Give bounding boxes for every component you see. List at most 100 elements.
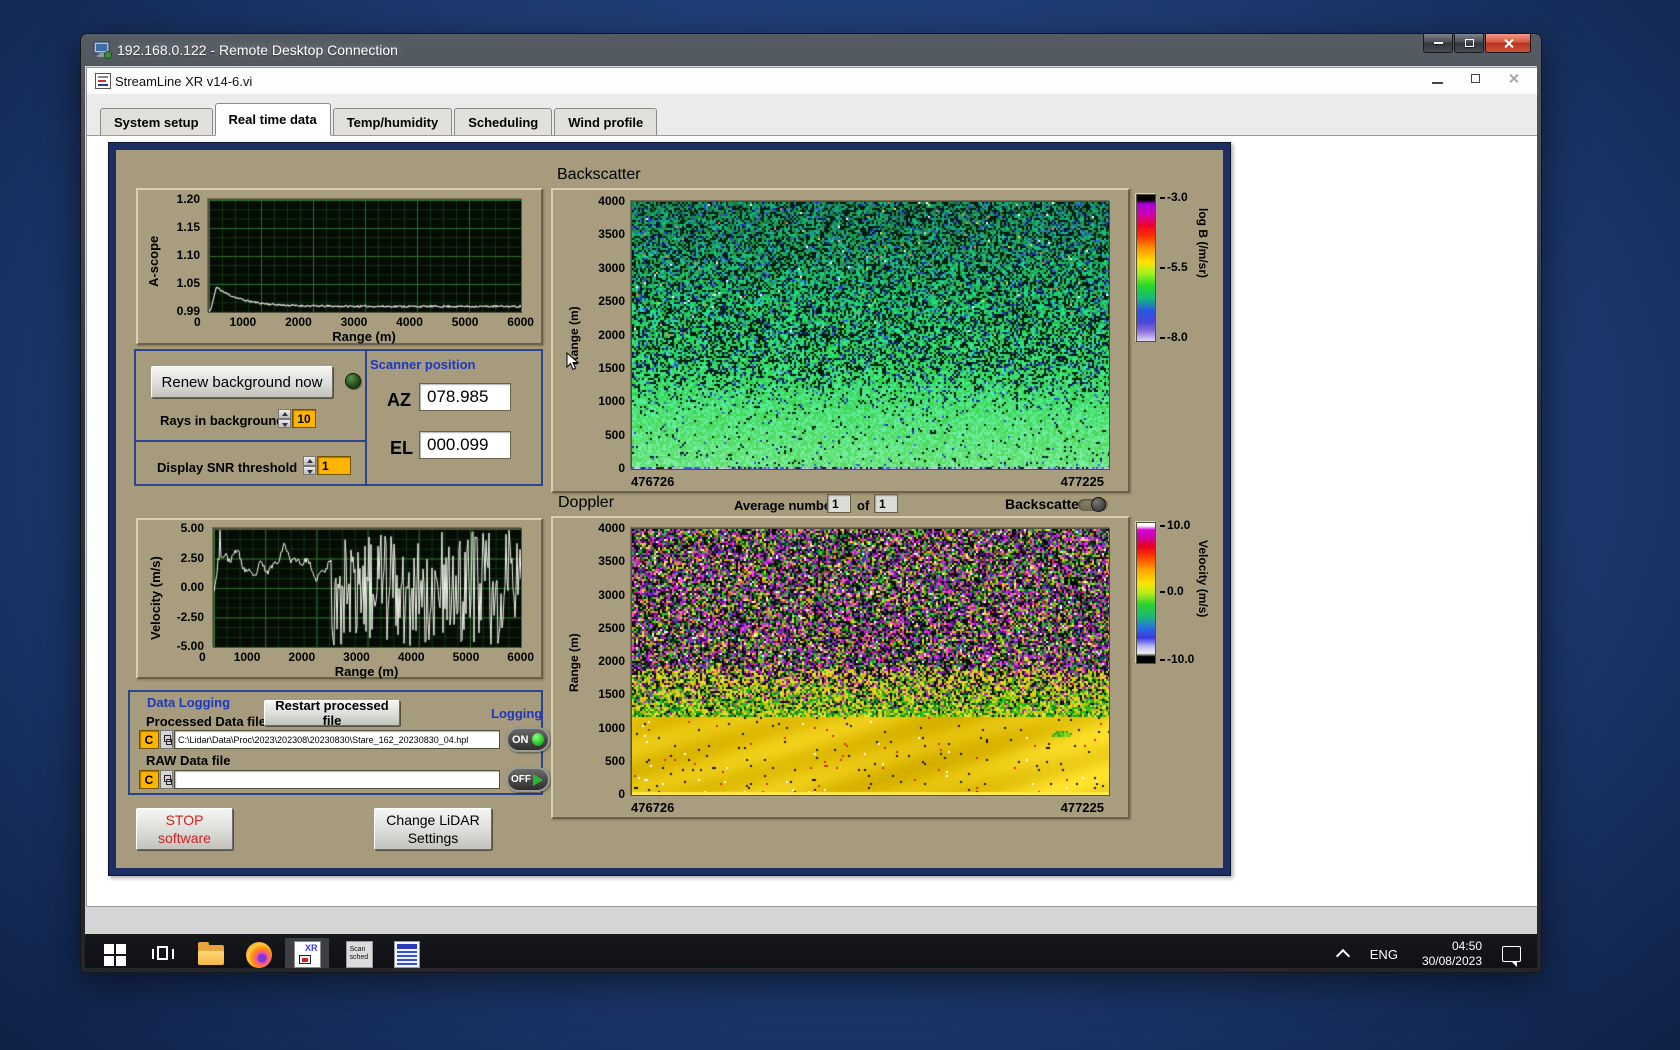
backscatter-ytick: 1000 <box>598 394 625 409</box>
tab-temp-humidity[interactable]: Temp/humidity <box>332 108 453 135</box>
labview-vi-icon <box>95 73 111 89</box>
doppler-y-axis-label: Range (m) <box>567 633 581 692</box>
data-logging-title: Data Logging <box>147 695 231 710</box>
stop-line2: software <box>158 830 211 846</box>
doppler-ytick: 4000 <box>598 521 625 535</box>
tab-real-time-data[interactable]: Real time data <box>214 103 331 136</box>
background-led <box>345 373 361 389</box>
tab-system-setup[interactable]: System setup <box>100 108 213 135</box>
labview-xr-button[interactable]: XR <box>285 938 329 968</box>
doppler-y-ticks: 4000 3500 3000 2500 2000 1500 1000 500 0 <box>583 522 625 800</box>
backscatter-x-end: 477225 <box>1060 474 1104 489</box>
mouse-cursor <box>566 352 580 371</box>
processed-drive-letter: C <box>144 732 154 747</box>
renew-background-button[interactable]: Renew background now <box>151 366 333 398</box>
raw-drive-box[interactable]: C <box>139 770 159 789</box>
app-restore-icon[interactable] <box>1471 71 1485 83</box>
velocity-ytick: -2.50 <box>176 609 204 624</box>
striped-document-icon <box>394 941 420 968</box>
average-number-field[interactable]: 1 <box>827 494 851 513</box>
firefox-button[interactable] <box>237 938 281 968</box>
ascope-y-ticks: 1.20 1.15 1.10 1.05 0.99 <box>156 193 200 317</box>
doppler-cb-tick-max: 10.0 <box>1160 518 1190 532</box>
labview-xr-icon: XR <box>293 941 321 968</box>
restart-processed-file-button[interactable]: Restart processed file <box>264 698 400 728</box>
clock[interactable]: 04:50 30/08/2023 <box>1422 939 1482 968</box>
tab-scheduling[interactable]: Scheduling <box>454 108 553 135</box>
off-label: OFF <box>511 774 531 785</box>
snr-threshold-label: Display SNR threshold <box>157 460 298 475</box>
rdp-maximize-button[interactable] <box>1454 34 1484 53</box>
ascope-ytick: 1.05 <box>176 276 200 290</box>
app-close-icon[interactable] <box>1508 73 1519 84</box>
firefox-icon <box>246 941 272 968</box>
snr-value: 1 <box>322 458 329 473</box>
document-button[interactable] <box>385 938 429 968</box>
xr-icon-text: XR <box>304 943 318 953</box>
switch-knob[interactable] <box>1091 497 1106 512</box>
remote-desktop-screen: StreamLine XR v14-6.vi System setup Real… <box>85 66 1537 968</box>
stop-software-button[interactable]: STOP software <box>136 808 233 850</box>
backscatter-ytick: 2500 <box>598 294 625 309</box>
average-total-field[interactable]: 1 <box>874 494 898 513</box>
backscatter-doppler-switch[interactable] <box>1078 497 1108 512</box>
raw-path-field[interactable] <box>174 770 500 789</box>
velocity-xtick: 6000 <box>507 650 534 664</box>
scan-icon-line2: sched <box>349 954 369 961</box>
doppler-ytick: 3000 <box>598 587 625 602</box>
on-led-icon <box>531 733 544 746</box>
doppler-ytick: 0 <box>618 787 625 801</box>
tab-wind-profile[interactable]: Wind profile <box>554 108 658 135</box>
rdp-window: 192.168.0.122 - Remote Desktop Connectio… <box>80 33 1542 973</box>
processed-path-field[interactable]: C:\Lidar\Data\Proc\2023\202308\20230830\… <box>174 730 500 749</box>
processed-drive-box[interactable]: C <box>139 730 159 749</box>
snr-value-field[interactable]: 1 <box>317 456 351 475</box>
raw-path-browse-icon[interactable] <box>160 770 173 789</box>
start-button[interactable] <box>93 938 137 968</box>
backscatter-ytick: 0 <box>618 461 625 475</box>
windows-start-icon <box>104 943 126 966</box>
raw-logging-toggle-off[interactable]: OFF <box>506 767 550 792</box>
task-view-button[interactable] <box>141 938 185 968</box>
ascope-xtick: 5000 <box>451 315 479 329</box>
main-panel-frame: A-scope 1.20 1.15 1.10 1.05 0.99 0 1000 2000 30… <box>108 142 1231 876</box>
app-titlebar[interactable]: StreamLine XR v14-6.vi <box>87 68 1537 94</box>
app-minimize-icon[interactable] <box>1432 81 1443 84</box>
backscatter-graph: Range (m) 4000 3500 3000 2500 2000 1500 1000 50… <box>551 188 1130 493</box>
snr-spinner[interactable] <box>303 456 316 475</box>
on-label: ON <box>512 733 529 746</box>
rdp-titlebar[interactable]: 192.168.0.122 - Remote Desktop Connectio… <box>81 34 1541 66</box>
backscatter-cb-tick-min: -8.0 <box>1160 330 1188 344</box>
doppler-x-end: 477225 <box>1060 800 1104 815</box>
tab-bar: System setup Real time data Temp/humidit… <box>87 94 1537 136</box>
ascope-xtick: 6000 <box>507 315 534 329</box>
rdp-close-button[interactable] <box>1485 34 1531 53</box>
scan-scheduler-icon: Scan sched <box>345 941 373 968</box>
average-number-label: Average number <box>734 498 837 513</box>
velocity-xtick: 5000 <box>452 650 480 664</box>
change-line1: Change LiDAR <box>386 812 480 828</box>
processed-logging-toggle-on[interactable]: ON <box>506 727 550 752</box>
backscatter-ytick: 1500 <box>598 360 625 375</box>
rdp-minimize-button[interactable] <box>1423 34 1453 53</box>
minimize-icon <box>1433 42 1443 44</box>
language-indicator[interactable]: ENG <box>1370 947 1398 962</box>
doppler-cb-label: Velocity (m/s) <box>1196 540 1210 618</box>
file-explorer-button[interactable] <box>189 938 233 968</box>
change-lidar-settings-button[interactable]: Change LiDAR Settings <box>374 808 492 850</box>
velocity-plot <box>214 529 521 647</box>
scan-scheduler-button[interactable]: Scan sched <box>337 938 381 968</box>
velocity-xtick: 2000 <box>288 650 316 664</box>
backscatter-heatmap <box>632 202 1109 469</box>
maximize-icon <box>1464 39 1474 47</box>
ascope-x-ticks: 0 1000 2000 3000 4000 5000 6000 <box>194 315 534 329</box>
rays-value-field[interactable]: 10 <box>292 409 316 428</box>
tray-expand-icon[interactable] <box>1335 948 1350 964</box>
el-value-field: 000.099 <box>419 431 511 459</box>
scan-icon-line1: Scan <box>349 946 366 953</box>
doppler-title: Doppler <box>558 494 615 511</box>
action-center-icon[interactable] <box>1502 946 1521 967</box>
processed-path-browse-icon[interactable] <box>160 730 173 749</box>
rays-spinner[interactable] <box>278 409 291 428</box>
velocity-x-ticks: 0 1000 2000 3000 4000 5000 6000 <box>199 650 534 664</box>
